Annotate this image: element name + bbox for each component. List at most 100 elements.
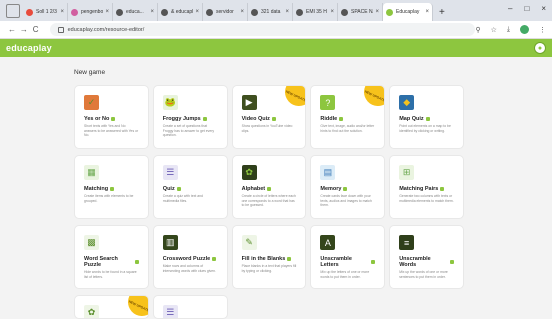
tab-favicon-icon [341, 8, 348, 16]
game-name-text: Riddle [320, 116, 338, 122]
tab-close-icon[interactable]: × [60, 9, 64, 15]
game-name-text: Quiz [162, 186, 175, 192]
menu-icon[interactable]: ⋮ [539, 26, 546, 34]
game-name: Word Search Puzzle [84, 256, 139, 268]
game-card[interactable]: ☰ Quiz Create a quiz with text and multime… [152, 155, 228, 219]
back-button[interactable]: ← [6, 25, 18, 34]
site-info-icon[interactable] [57, 26, 64, 33]
resource-type-icon [287, 257, 292, 261]
game-description: Generate two columns with texts or multi… [399, 194, 454, 203]
tab-close-icon[interactable]: × [425, 9, 429, 15]
game-card[interactable]: ✎ Fill in the Blanks Place blanks in a tex… [231, 225, 307, 289]
tab-favicon-icon [116, 8, 123, 16]
browser-tab[interactable]: pengenbo × [68, 3, 113, 21]
user-avatar-icon[interactable]: ● [534, 42, 546, 54]
browser-tab[interactable]: educa... × [113, 3, 158, 21]
game-card[interactable]: 🐸 Froggy Jumps Create a set of questions t… [152, 85, 228, 149]
reload-button[interactable]: C [30, 25, 42, 34]
game-card[interactable]: ▩ Word Search Puzzle Hide words to be foun… [74, 225, 149, 289]
resource-type-icon [450, 260, 454, 264]
game-card[interactable]: ▦ Matching Create items with elements to b… [74, 155, 149, 219]
tab-close-icon[interactable]: × [240, 9, 244, 15]
forward-button[interactable]: → [18, 25, 30, 34]
game-type-icon: ✿ [84, 305, 99, 318]
game-type-icon: ? [320, 95, 336, 110]
tab-overview-icon[interactable] [6, 4, 20, 18]
game-card[interactable]: ? Riddle Give text, image, audio and/or le… [310, 85, 386, 149]
bookmark-star-icon[interactable]: ☆ [491, 26, 497, 34]
site-header: educaplay ● [0, 39, 552, 57]
game-description: Give text, image, audio and/or letter hi… [320, 124, 375, 133]
minimize-button[interactable]: – [508, 4, 512, 13]
game-name-text: Crossword Puzzle [162, 256, 211, 262]
game-card[interactable]: ▤ Memory Create cards face down with your … [310, 155, 386, 219]
game-name: Map Quiz [399, 116, 454, 122]
tab-label: SPACE NAI [351, 9, 373, 15]
game-card[interactable]: ≡ Unscramble Words Mix up the words of one… [389, 225, 464, 289]
browser-tab[interactable]: EMI 35 H × [293, 3, 338, 21]
tab-close-icon[interactable]: × [105, 9, 109, 15]
game-card[interactable]: ✿ NEW UPDATED [74, 295, 149, 319]
profile-avatar[interactable] [520, 25, 529, 34]
game-name-text: Word Search Puzzle [84, 256, 118, 268]
game-card[interactable]: ✓ Yes or No Short texts with Yes and No an… [74, 85, 149, 149]
game-type-icon: A [320, 235, 336, 250]
tab-label: pengenbo [81, 9, 104, 15]
game-name-text: Matching Pairs [399, 186, 439, 192]
new-updated-badge: NEW UPDATED [123, 296, 148, 318]
toolbar-actions: ⚲ ☆ ⤓ ⋮ [475, 25, 546, 34]
tab-close-icon[interactable]: × [285, 9, 289, 15]
game-type-icon: ✎ [241, 235, 257, 250]
new-updated-badge: NEW UPDATED [359, 86, 385, 111]
game-description: Create items with elements to be grouped… [84, 194, 134, 203]
educaplay-logo[interactable]: educaplay [6, 43, 52, 53]
resource-type-icon [339, 117, 344, 121]
search-icon[interactable]: ⚲ [475, 26, 480, 34]
resource-type-icon [440, 187, 445, 191]
resource-type-icon [176, 187, 181, 191]
address-bar-row: ← → C educaplay.com/resource-editor/ ⚲ ☆… [0, 21, 552, 39]
tab-close-icon[interactable]: × [195, 9, 199, 15]
game-card[interactable]: A Unscramble Letters Mix up the letters of… [310, 225, 386, 289]
game-description: Short texts with Yes and No answers to b… [84, 124, 139, 137]
close-window-button[interactable]: × [541, 4, 546, 13]
tab-close-icon[interactable]: × [375, 9, 379, 15]
game-description: Mix up the letters of one or more words … [320, 270, 370, 279]
browser-tab[interactable]: 321 data × [248, 3, 293, 21]
game-name-text: Unscramble Letters [320, 256, 352, 268]
new-updated-badge: NEW UPDATED [280, 86, 306, 111]
game-type-icon: ▥ [162, 235, 178, 250]
resource-type-icon [425, 117, 430, 121]
url-input[interactable]: educaplay.com/resource-editor/ [49, 23, 476, 36]
browser-tab[interactable]: servidor × [203, 3, 248, 21]
game-name: Riddle [320, 116, 375, 122]
game-card[interactable]: ⊞ Matching Pairs Generate two columns with… [389, 155, 464, 219]
game-type-icon: ✓ [84, 95, 99, 110]
game-card[interactable]: ◆ Map Quiz Point out elements on a map to … [389, 85, 464, 149]
game-type-icon: ⊞ [399, 165, 415, 180]
browser-tab[interactable]: & educapl × [158, 3, 203, 21]
game-description: Place blanks in a text that players fill… [241, 264, 297, 273]
game-card[interactable]: ▶ Video Quiz Show questions in YouTube vid… [231, 85, 307, 149]
resource-type-icon [271, 117, 276, 121]
tab-label: Soll 1 2/3 [36, 9, 57, 15]
game-name: Fill in the Blanks [242, 256, 297, 262]
tab-close-icon[interactable]: × [330, 9, 334, 15]
url-text: educaplay.com/resource-editor/ [67, 26, 145, 33]
download-icon[interactable]: ⤓ [507, 26, 510, 34]
game-type-icon: ▶ [241, 95, 257, 110]
browser-tab[interactable]: Educaplay × [383, 3, 433, 21]
game-card[interactable]: ✿ Alphabet Create a circle of letters wher… [231, 155, 307, 219]
game-card[interactable]: ☰ [152, 295, 228, 319]
resource-type-icon [110, 187, 115, 191]
game-name: Alphabet [242, 186, 297, 192]
game-card[interactable]: ▥ Crossword Puzzle Make rows and columns o… [152, 225, 228, 289]
browser-tab[interactable]: SPACE NAI× [338, 3, 383, 21]
game-name: Unscramble Letters [320, 256, 376, 268]
game-name-text: Alphabet [241, 186, 266, 192]
maximize-button[interactable]: □ [524, 4, 529, 13]
game-type-icon: ◆ [399, 95, 415, 110]
browser-tab[interactable]: Soll 1 2/3 × [23, 3, 68, 21]
tab-close-icon[interactable]: × [150, 9, 154, 15]
new-tab-button[interactable]: + [439, 7, 445, 18]
